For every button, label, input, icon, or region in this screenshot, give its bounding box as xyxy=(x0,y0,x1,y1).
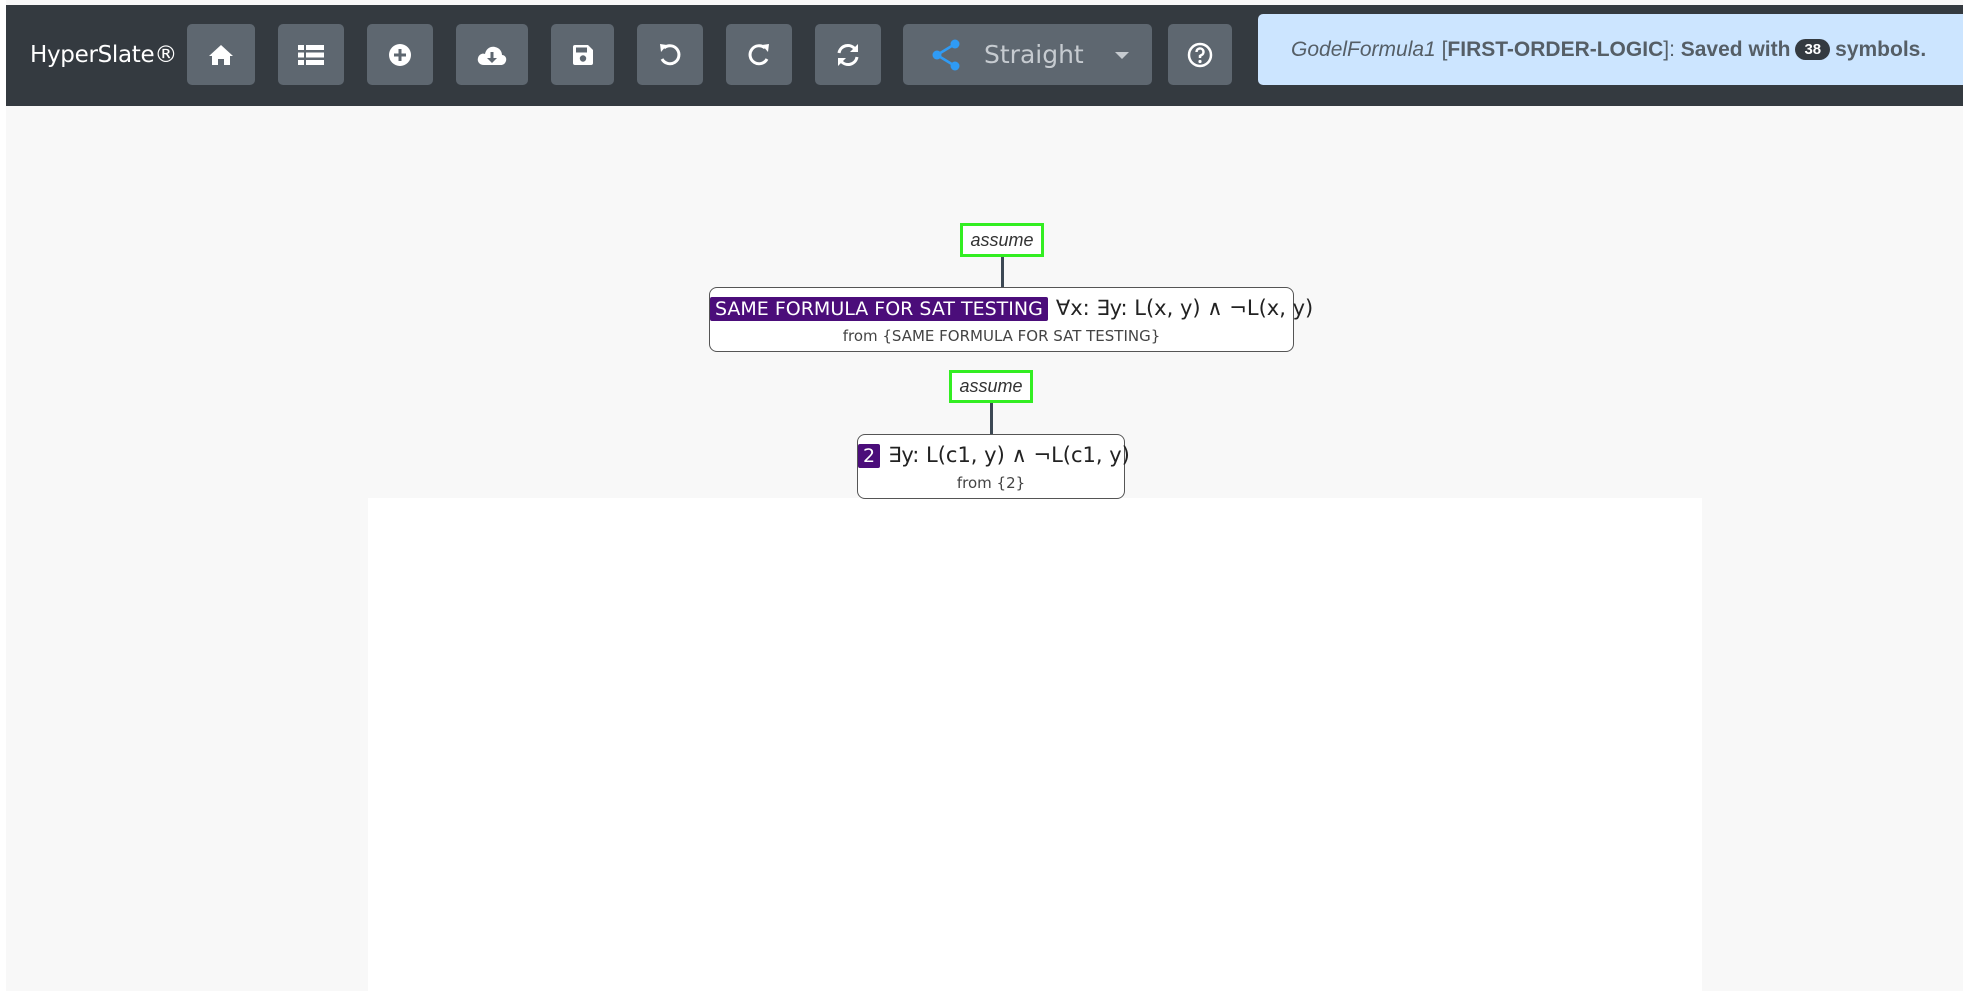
node-from: from {2} xyxy=(956,474,1026,492)
help-button[interactable] xyxy=(1168,24,1232,85)
justification-badge[interactable]: assume xyxy=(949,370,1033,403)
undo-button[interactable] xyxy=(637,24,703,85)
refresh-button[interactable] xyxy=(815,24,881,85)
sync-icon xyxy=(837,43,859,66)
node-label: 2 xyxy=(858,444,881,468)
undo-icon xyxy=(660,43,681,65)
status-logic: FIRST-ORDER-LOGIC xyxy=(1447,37,1664,61)
connector-line xyxy=(990,403,993,434)
list-icon xyxy=(298,44,324,65)
proof-node[interactable]: 2 ∃y: L(c1, y) ∧ ¬L(c1, y) from {2} xyxy=(857,434,1130,499)
cloud-download-icon xyxy=(477,46,507,65)
home-button[interactable] xyxy=(187,24,255,85)
home-icon xyxy=(209,44,233,65)
status-saved-suffix: symbols. xyxy=(1835,37,1927,61)
status-saved-prefix: Saved with xyxy=(1680,37,1791,61)
redo-icon xyxy=(748,43,769,65)
question-circle-icon xyxy=(1187,42,1213,67)
list-button[interactable] xyxy=(278,24,344,85)
symbol-count-badge: 38 xyxy=(1795,39,1831,60)
status-bracket-close: ]: xyxy=(1663,37,1681,61)
chevron-down-icon xyxy=(1115,52,1129,59)
plus-circle-icon xyxy=(389,43,411,66)
connector-line xyxy=(1001,257,1004,287)
status-alert: GodelFormula1 [FIRST-ORDER-LOGIC]: Saved… xyxy=(1258,14,1963,85)
node-formula: ∃y: L(c1, y) ∧ ¬L(c1, y) xyxy=(888,443,1130,467)
app-window: HyperSlate® Straight GodelFormula1 [FIR… xyxy=(6,0,1963,991)
edge-style-dropdown[interactable]: Straight xyxy=(903,24,1152,85)
node-formula: ∀x: ∃y: L(x, y) ∧ ¬L(x, y) xyxy=(1055,296,1314,320)
download-button[interactable] xyxy=(456,24,528,85)
justification-badge[interactable]: assume xyxy=(960,223,1044,257)
brand-logo[interactable]: HyperSlate® xyxy=(30,5,177,106)
node-formula-line: SAME FORMULA FOR SAT TESTING ∀x: ∃y: L(x,… xyxy=(710,296,1313,321)
add-button[interactable] xyxy=(367,24,433,85)
redo-button[interactable] xyxy=(726,24,792,85)
edge-style-label: Straight xyxy=(984,40,1084,69)
proof-node[interactable]: SAME FORMULA FOR SAT TESTING ∀x: ∃y: L(x,… xyxy=(709,287,1313,352)
canvas-paper xyxy=(368,498,1702,991)
save-button[interactable] xyxy=(551,24,614,85)
status-filename: GodelFormula1 xyxy=(1291,37,1436,61)
node-label: SAME FORMULA FOR SAT TESTING xyxy=(710,297,1048,321)
share-icon xyxy=(932,39,960,71)
status-bracket-open: [ xyxy=(1435,37,1448,61)
node-from: from {SAME FORMULA FOR SAT TESTING} xyxy=(842,327,1161,345)
floppy-disk-icon xyxy=(572,44,593,65)
node-formula-line: 2 ∃y: L(c1, y) ∧ ¬L(c1, y) xyxy=(858,443,1130,468)
